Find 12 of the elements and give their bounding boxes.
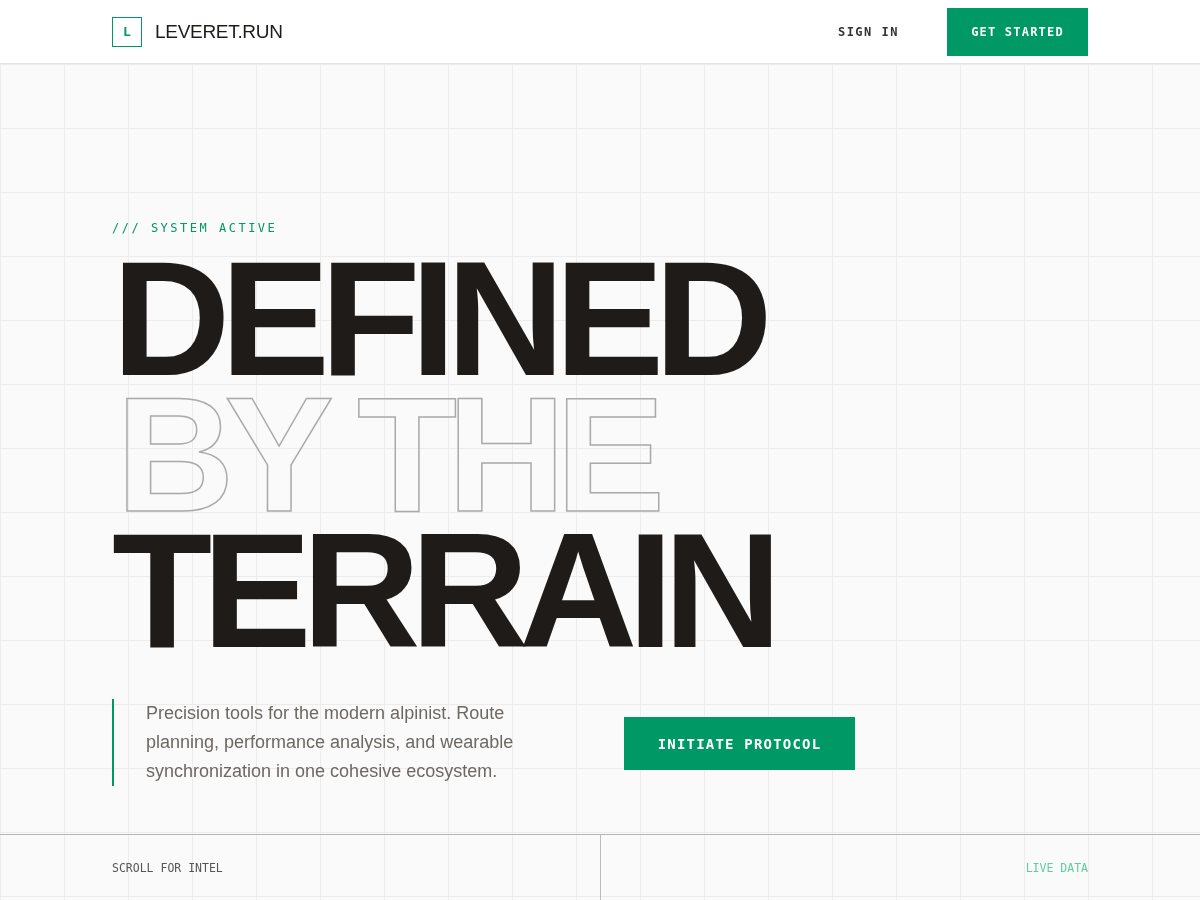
eyebrow-label: /// SYSTEM ACTIVE [112, 221, 279, 235]
headline-line: DEFINED [112, 251, 763, 387]
sign-in-link[interactable]: SIGN IN [837, 24, 899, 39]
live-data-label: LIVE DATA [1025, 860, 1088, 875]
initiate-protocol-button[interactable]: INITIATE PROTOCOL [624, 717, 855, 770]
description-text: Precision tools for the modern alpinist. Route planning, performance analysis, and wearable synchronization in one cohesive ecosystem. [112, 699, 576, 786]
logo-mark[interactable]: L [112, 16, 142, 47]
logo-text[interactable]: LEVERET.RUN [155, 20, 283, 43]
headline-line: TERRAIN [112, 523, 772, 659]
get-started-button[interactable]: GET STARTED [947, 7, 1088, 56]
scroll-hint: SCROLL FOR INTEL [112, 860, 223, 875]
headline-line: BY THE [116, 387, 656, 523]
